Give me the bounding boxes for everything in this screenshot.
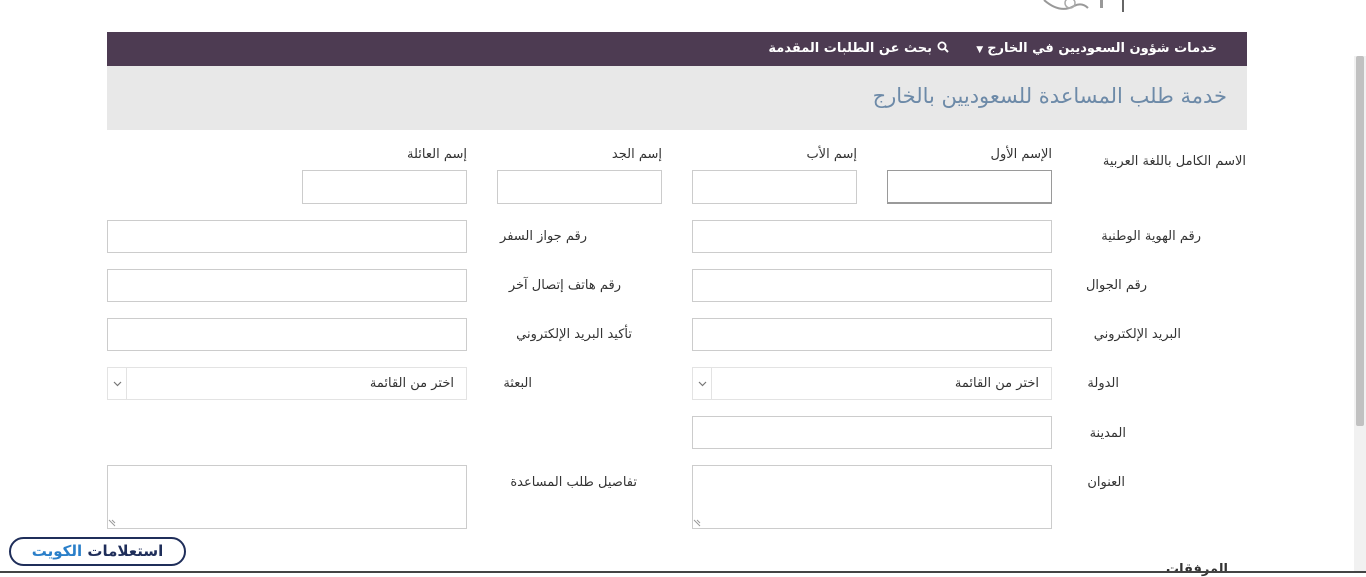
caret-down-icon: ▼ [976,45,984,55]
page-scrollbar[interactable] [1354,56,1366,573]
national-id-input[interactable] [692,220,1052,253]
details-textarea[interactable] [107,465,467,529]
page-header: خدمة طلب المساعدة للسعوديين بالخارج [107,66,1247,130]
email-input[interactable] [692,318,1052,351]
chevron-down-icon [108,368,127,399]
father-name-input[interactable] [692,170,857,204]
country-label: الدولة [1087,376,1119,391]
email-label: البريد الإلكتروني [1093,327,1181,342]
top-navbar: خدمات شؤون السعوديين في الخارج▼ بحث عن ا… [107,32,1247,66]
other-phone-label: رقم هاتف إتصال آخر [508,278,621,293]
address-textarea[interactable] [692,465,1052,529]
details-label: تفاصيل طلب المساعدة [510,475,637,490]
watermark-text-1: استعلامات [87,542,164,560]
watermark-text-2: الكويت [31,542,83,560]
country-select[interactable]: اختر من القائمة [692,367,1052,400]
family-name-label: إسم العائلة [407,147,467,162]
resize-grip-icon[interactable] [108,519,116,527]
watermark-logo: استعلامات الكويت [9,537,186,566]
other-phone-input[interactable] [107,269,467,302]
address-label: العنوان [1087,475,1125,490]
mobile-input[interactable] [692,269,1052,302]
search-icon [937,41,949,53]
first-name-label: الإسم الأول [990,147,1052,162]
mission-label: البعثة [503,376,532,391]
mission-select[interactable]: اختر من القائمة [107,367,467,400]
site-logo-fragment [1043,0,1124,12]
mission-selected-value: اختر من القائمة [369,376,454,391]
fullname-label: الاسم الكامل باللغة العربية [1102,154,1246,169]
attachments-heading: المرفقات [1166,562,1228,577]
city-input[interactable] [692,416,1052,449]
city-label: المدينة [1089,426,1126,441]
nav-search-label: بحث عن الطلبات المقدمة [768,41,932,56]
country-selected-value: اختر من القائمة [954,376,1039,391]
first-name-input[interactable] [887,170,1052,204]
national-id-label: رقم الهوية الوطنية [1101,229,1201,244]
email-confirm-input[interactable] [107,318,467,351]
scrollbar-thumb[interactable] [1356,56,1364,426]
chevron-down-icon [693,368,712,399]
passport-input[interactable] [107,220,467,253]
father-name-label: إسم الأب [806,147,857,162]
nav-services-menu[interactable]: خدمات شؤون السعوديين في الخارج▼ [976,32,1217,66]
email-confirm-label: تأكيد البريد الإلكتروني [516,327,632,342]
resize-grip-icon[interactable] [693,519,701,527]
mobile-label: رقم الجوال [1085,278,1147,293]
family-name-input[interactable] [302,170,467,204]
page-title: خدمة طلب المساعدة للسعوديين بالخارج [872,84,1227,108]
nav-search-link[interactable]: بحث عن الطلبات المقدمة [768,32,949,66]
nav-services-label: خدمات شؤون السعوديين في الخارج [987,41,1217,56]
passport-label: رقم جواز السفر [500,229,587,244]
grandfather-name-input[interactable] [497,170,662,204]
grandfather-name-label: إسم الجد [611,147,662,162]
